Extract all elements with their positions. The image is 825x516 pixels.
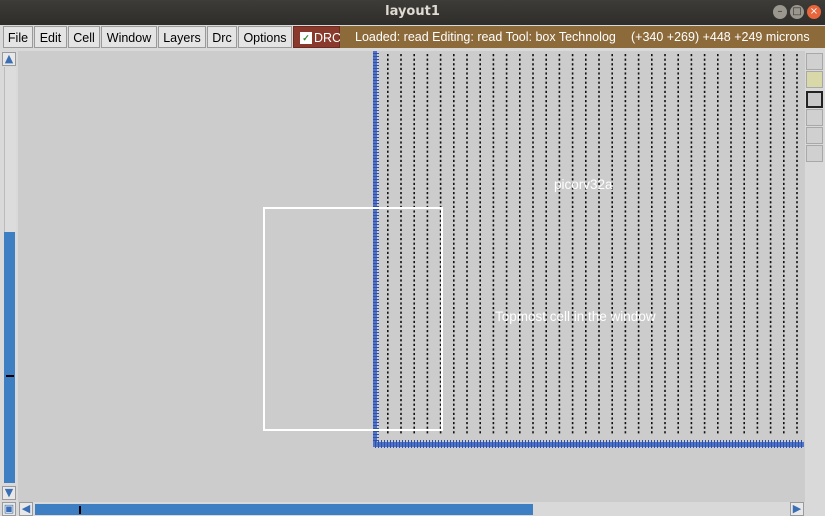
checkbox-checked-icon: ✓: [300, 32, 312, 44]
scroll-track[interactable]: [4, 67, 16, 232]
layer-swatch[interactable]: [806, 71, 823, 88]
scroll-thumb[interactable]: [4, 232, 15, 483]
layer-swatch[interactable]: [806, 53, 823, 70]
horizontal-scrollbar[interactable]: ▣ ◀ ▶: [0, 502, 825, 516]
title-bar: layout1 – □ ×: [0, 0, 825, 25]
menu-layers[interactable]: Layers: [158, 26, 206, 48]
minimize-button[interactable]: –: [773, 5, 787, 19]
layer-swatch[interactable]: [806, 127, 823, 144]
window-title: layout1: [385, 4, 440, 19]
scroll-position-marker: [79, 506, 81, 514]
zoom-box-icon[interactable]: [806, 91, 823, 108]
cell-description-label: Topmost cell in the window: [495, 309, 656, 324]
layer-swatch[interactable]: [806, 145, 823, 162]
close-button[interactable]: ×: [807, 5, 821, 19]
drc-toggle[interactable]: ✓ DRC: [293, 26, 342, 48]
status-message: Loaded: read Editing: read Tool: box Tec…: [355, 30, 616, 44]
layout-canvas[interactable]: picorv32a Topmost cell in the window: [18, 51, 805, 502]
arrow-up-icon[interactable]: ▲: [2, 52, 16, 66]
layer-swatch[interactable]: [806, 109, 823, 126]
drc-toggle-label: DRC: [314, 31, 342, 45]
vertical-scrollbar[interactable]: ▲ ▼: [0, 51, 18, 502]
zoom-box-icon[interactable]: ▣: [2, 502, 16, 516]
menu-edit[interactable]: Edit: [34, 26, 67, 48]
menu-window[interactable]: Window: [101, 26, 157, 48]
menu-file[interactable]: File: [3, 26, 33, 48]
menu-bar: File Edit Cell Window Layers Drc Options…: [0, 25, 825, 51]
maximize-button[interactable]: □: [790, 5, 804, 19]
menu-cell[interactable]: Cell: [68, 26, 100, 48]
menu-options[interactable]: Options: [238, 26, 292, 48]
arrow-left-icon[interactable]: ◀: [19, 502, 33, 516]
scroll-thumb[interactable]: [35, 504, 533, 515]
arrow-down-icon[interactable]: ▼: [2, 486, 16, 500]
arrow-right-icon[interactable]: ▶: [790, 502, 804, 516]
layer-toolbox: [805, 51, 825, 502]
status-bar: Loaded: read Editing: read Tool: box Tec…: [340, 26, 825, 48]
cursor-coordinates: (+340 +269) +448 +249 microns: [631, 30, 810, 44]
cell-name-label: picorv32a: [554, 177, 613, 192]
menu-drc[interactable]: Drc: [207, 26, 237, 48]
scroll-position-marker: [6, 375, 14, 377]
selection-box[interactable]: [263, 207, 443, 431]
